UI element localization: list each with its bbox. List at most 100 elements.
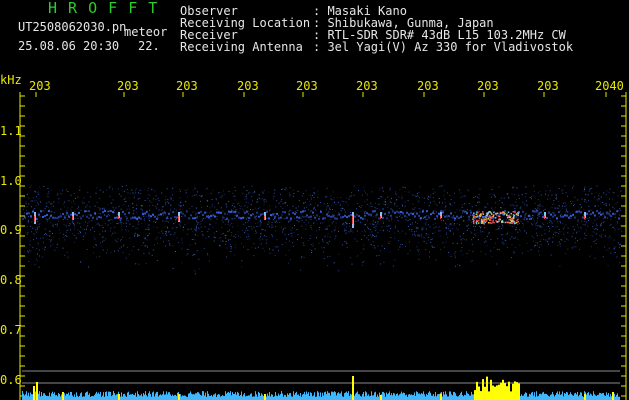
noise-dot	[99, 189, 101, 191]
noise-dot	[284, 234, 286, 236]
noise-dot	[412, 194, 414, 196]
noise-dot	[303, 202, 304, 204]
noise-dot	[335, 203, 337, 205]
noise-dot	[241, 266, 243, 268]
noise-dot	[288, 233, 290, 235]
noise-dot	[227, 220, 229, 222]
noise-dot	[598, 216, 600, 218]
noise-dot	[377, 221, 379, 223]
activity-bar	[432, 395, 433, 400]
noise-dot	[112, 188, 113, 190]
activity-bar	[39, 391, 40, 400]
noise-dot	[418, 201, 420, 203]
noise-dot	[589, 255, 591, 257]
noise-dot	[328, 241, 330, 242]
activity-bar	[382, 391, 383, 400]
noise-dot	[401, 195, 403, 197]
activity-bar	[347, 393, 348, 400]
carrier-dot	[58, 216, 60, 219]
noise-dot	[459, 209, 461, 211]
noise-dot	[425, 224, 427, 226]
noise-dot	[311, 228, 313, 230]
noise-dot	[379, 208, 381, 210]
noise-dot	[468, 219, 470, 220]
noise-dot	[375, 228, 377, 229]
noise-dot	[96, 223, 98, 225]
noise-dot	[457, 264, 459, 266]
carrier-dot	[618, 217, 620, 220]
noise-dot	[34, 191, 36, 193]
activity-bar	[27, 395, 28, 400]
noise-dot	[470, 260, 472, 262]
noise-dot	[549, 198, 551, 200]
noise-dot	[513, 219, 515, 221]
noise-dot	[229, 229, 230, 231]
activity-bar	[300, 393, 301, 400]
noise-dot	[225, 241, 227, 242]
noise-dot	[121, 229, 123, 231]
noise-dot	[110, 227, 112, 229]
carrier-dot	[318, 217, 320, 220]
noise-dot	[28, 215, 29, 217]
activity-bar	[305, 394, 306, 400]
activity-bar	[461, 391, 462, 400]
noise-dot	[554, 197, 556, 199]
noise-dot	[577, 226, 579, 228]
noise-dot	[78, 218, 80, 220]
noise-dot	[157, 243, 159, 245]
noise-dot	[158, 200, 160, 202]
noise-dot	[597, 247, 599, 249]
noise-dot	[125, 209, 127, 211]
noise-dot	[289, 195, 291, 197]
y-tick-label: 0.7	[0, 323, 22, 337]
activity-spike	[494, 386, 496, 400]
noise-dot	[596, 185, 598, 187]
activity-bar	[67, 394, 68, 400]
activity-bar	[50, 396, 51, 400]
noise-dot	[609, 210, 611, 212]
activity-bar	[555, 395, 556, 400]
carrier-dot	[454, 217, 456, 220]
noise-dot	[316, 230, 318, 232]
noise-dot	[147, 193, 149, 195]
noise-dot	[247, 221, 249, 223]
noise-dot	[173, 208, 175, 210]
meteor-echo-core	[178, 216, 179, 221]
noise-dot	[409, 250, 411, 252]
noise-dot	[489, 193, 491, 195]
noise-dot	[274, 255, 276, 256]
activity-bar	[103, 392, 104, 400]
noise-dot	[404, 205, 406, 207]
noise-dot	[42, 256, 43, 258]
noise-dot	[530, 215, 532, 217]
carrier-dot	[578, 210, 580, 213]
noise-dot	[514, 246, 516, 248]
noise-dot	[434, 213, 436, 215]
noise-dot	[520, 206, 522, 208]
noise-dot	[179, 189, 181, 191]
activity-bar	[275, 392, 276, 400]
noise-dot	[120, 246, 122, 248]
noise-dot	[561, 239, 563, 241]
activity-bar	[185, 395, 186, 400]
activity-bar	[248, 395, 249, 400]
noise-dot	[230, 246, 232, 248]
noise-dot	[375, 224, 377, 226]
noise-dot	[357, 255, 359, 257]
noise-dot	[555, 194, 557, 196]
noise-dot	[603, 229, 604, 231]
noise-dot	[309, 194, 311, 196]
noise-dot	[158, 209, 160, 211]
noise-dot	[251, 195, 253, 197]
noise-dot	[600, 223, 602, 225]
noise-dot	[348, 225, 350, 227]
noise-dot	[293, 232, 295, 234]
carrier-dot	[550, 213, 552, 216]
noise-dot	[565, 253, 567, 255]
noise-dot	[143, 253, 145, 255]
activity-bar	[426, 393, 427, 400]
noise-dot	[408, 229, 410, 231]
noise-dot	[353, 185, 355, 187]
activity-bar	[190, 391, 191, 400]
carrier-dot	[144, 212, 146, 215]
